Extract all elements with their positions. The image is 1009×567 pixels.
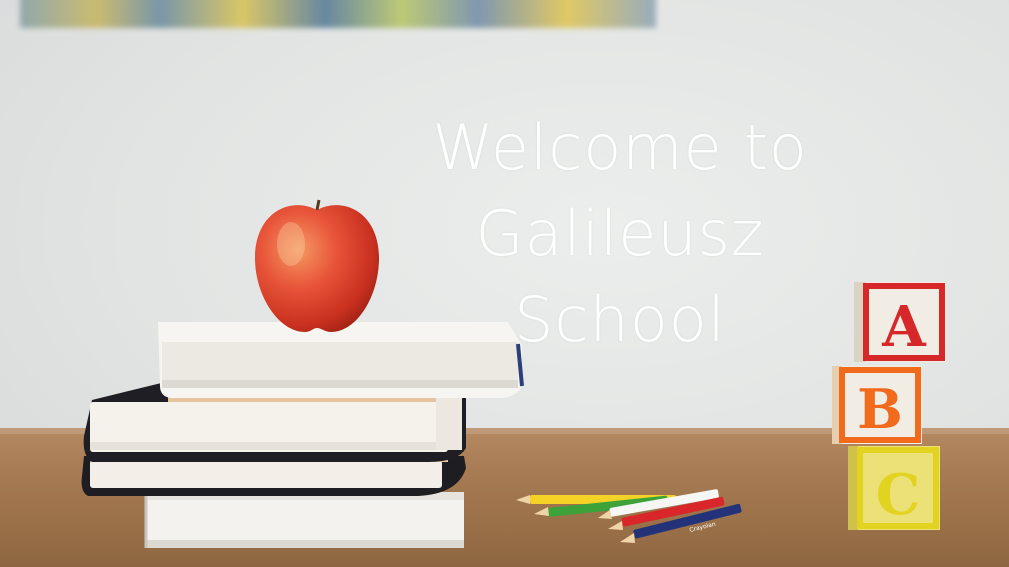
book-stack (81, 322, 524, 548)
abc-blocks: A B C (832, 282, 946, 530)
block-a: A (854, 282, 946, 362)
book-bottom (144, 492, 464, 548)
wall-painting (20, 0, 656, 28)
block-a-letter: A (881, 294, 927, 360)
title-line-1: Welcome to (432, 111, 808, 184)
block-b: B (832, 366, 922, 444)
block-b-letter: B (857, 377, 903, 441)
block-c-letter: C (876, 462, 921, 528)
block-c: C (848, 446, 940, 530)
colored-pencils: Crayolan (516, 489, 742, 543)
apple-icon (255, 199, 379, 332)
hero-scene: Welcome to Galileusz School A B C Crayol… (0, 0, 1009, 567)
